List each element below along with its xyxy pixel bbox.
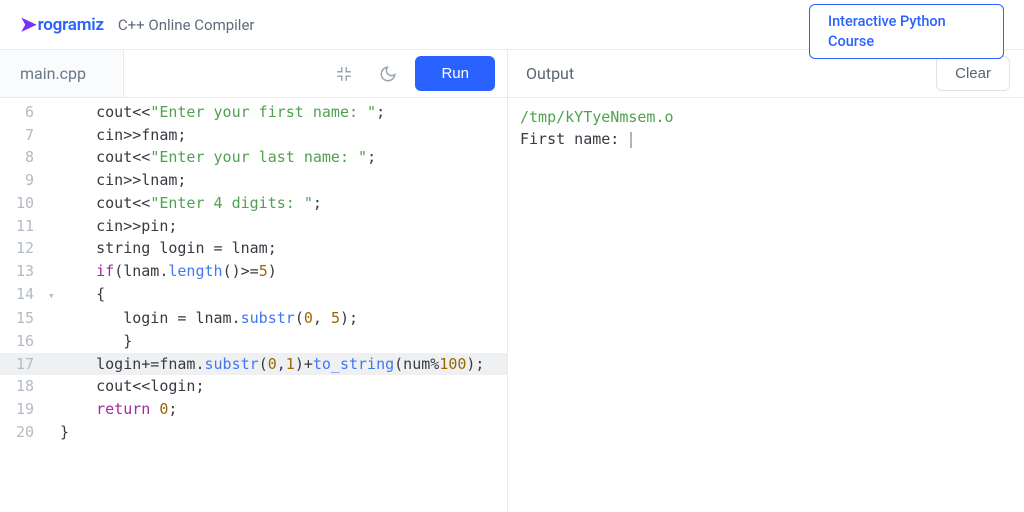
output-path: /tmp/kYTyeNmsem.o (520, 106, 1012, 128)
line-number: 14 (0, 283, 48, 308)
line-number: 10 (0, 192, 48, 215)
code-line: cin>>lnam; (60, 169, 186, 192)
moon-icon[interactable] (371, 57, 405, 91)
code-line: login+=fnam.substr(0,1)+to_string(num%10… (60, 353, 484, 376)
fold-marker-icon[interactable]: ▾ (48, 283, 60, 308)
logo-arrow-icon: ➤ (20, 12, 37, 36)
code-line: cin>>pin; (60, 215, 177, 238)
file-tab[interactable]: main.cpp (0, 50, 124, 97)
line-number: 19 (0, 398, 48, 421)
collapse-icon[interactable] (327, 57, 361, 91)
line-number: 7 (0, 124, 48, 147)
line-number: 16 (0, 330, 48, 353)
cta-course-button[interactable]: Interactive Python Course (809, 4, 1004, 59)
editor-controls: Run (124, 50, 508, 97)
code-line: cout<<"Enter 4 digits: "; (60, 192, 322, 215)
line-number: 12 (0, 237, 48, 260)
line-number: 15 (0, 307, 48, 330)
code-line: return 0; (60, 398, 177, 421)
line-number: 13 (0, 260, 48, 283)
run-button[interactable]: Run (415, 56, 495, 91)
code-line: } (60, 421, 69, 444)
brand-logo[interactable]: ➤rogramiz (20, 13, 104, 37)
line-number: 18 (0, 375, 48, 398)
brand-text: rogramiz (38, 15, 104, 35)
code-line: cin>>fnam; (60, 124, 186, 147)
line-number: 9 (0, 169, 48, 192)
app-header: ➤rogramiz C++ Online Compiler Interactiv… (0, 0, 1024, 50)
code-editor[interactable]: 6 cout<<"Enter your first name: "; 7 cin… (0, 98, 508, 512)
code-line: { (60, 283, 105, 308)
output-pane[interactable]: /tmp/kYTyeNmsem.o First name: (508, 98, 1024, 512)
code-line: login = lnam.substr(0, 5); (60, 307, 358, 330)
output-title: Output (526, 64, 574, 83)
main-panes: 6 cout<<"Enter your first name: "; 7 cin… (0, 98, 1024, 512)
line-number: 17 (0, 353, 48, 376)
code-line: if(lnam.length()>=5) (60, 260, 277, 283)
clear-button[interactable]: Clear (936, 56, 1010, 91)
code-line: cout<<"Enter your last name: "; (60, 146, 376, 169)
line-number: 6 (0, 101, 48, 124)
code-line: cout<<login; (60, 375, 205, 398)
cursor-icon (630, 132, 632, 148)
code-line: string login = lnam; (60, 237, 277, 260)
line-number: 20 (0, 421, 48, 444)
output-prompt: First name: (520, 128, 1012, 150)
line-number: 8 (0, 146, 48, 169)
line-number: 11 (0, 215, 48, 238)
code-line: } (60, 330, 132, 353)
code-line: cout<<"Enter your first name: "; (60, 101, 385, 124)
page-subtitle: C++ Online Compiler (118, 16, 255, 34)
